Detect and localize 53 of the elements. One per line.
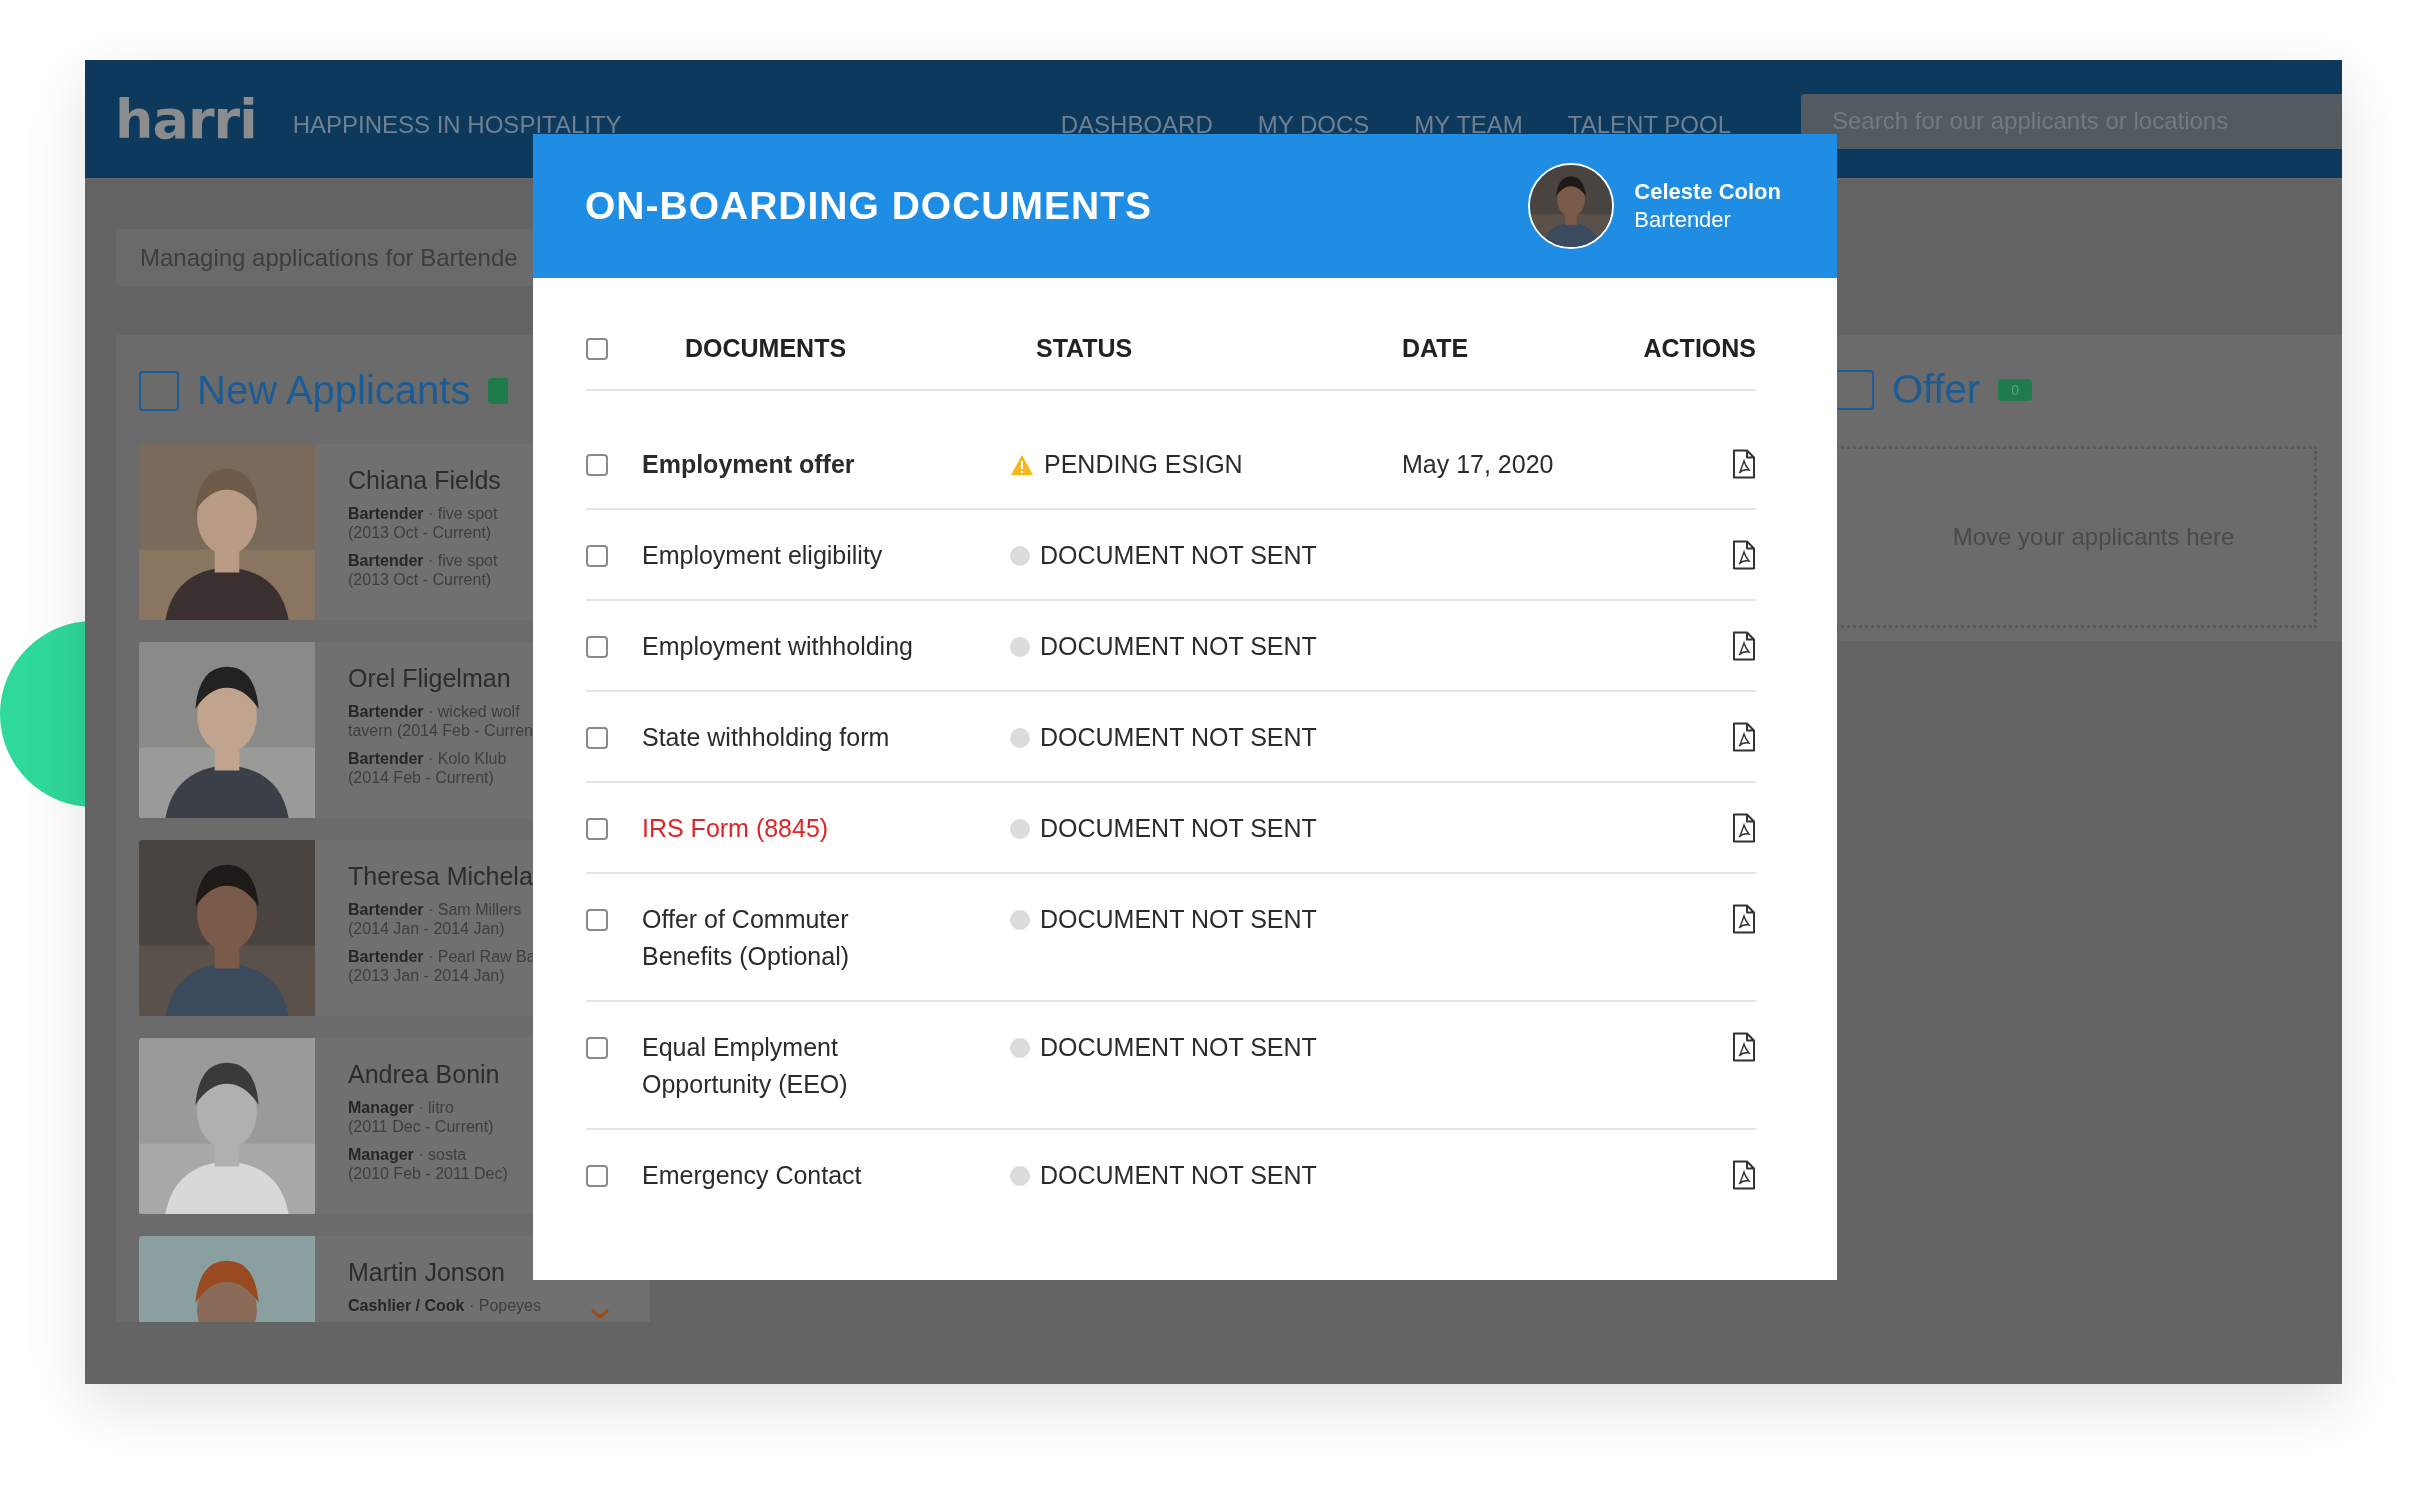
applicant-name: Andrea Bonin [348,1060,501,1089]
count-badge: 0 [1998,378,2032,401]
checkbox[interactable] [586,337,608,360]
person-role: Bartender [1634,207,1732,233]
applicant-name: Chiana Fields [348,466,501,495]
pdf-file-icon[interactable] [1732,631,1756,661]
checkbox[interactable] [139,370,179,411]
document-name: Employment eligibility [642,540,884,571]
document-name: Offer of Commuter Benefits (Optional) [642,904,851,972]
pdf-file-icon[interactable] [1732,722,1756,752]
person-name: Celeste Colon [1634,179,1781,205]
document-name: IRS Form (8845) [642,813,830,844]
column-header: ACTIONS [1643,334,1756,363]
logo[interactable]: harri [115,87,257,151]
column-header: DOCUMENTS [684,334,848,363]
status-text: DOCUMENT NOT SENT [1040,813,1317,844]
checkbox[interactable] [586,545,608,567]
checkbox[interactable] [586,1165,608,1187]
checkbox[interactable] [586,636,608,658]
pdf-file-icon[interactable] [1732,1160,1756,1190]
pdf-file-icon[interactable] [1732,813,1756,843]
pdf-file-icon[interactable] [1732,449,1756,479]
status-text: DOCUMENT NOT SENT [1040,1160,1317,1191]
column-header: DATE [1402,334,1470,363]
column-title: Offer [1892,367,1981,412]
column-title: New Applicants [197,368,471,413]
modal-title: ON-BOARDING DOCUMENTS [585,184,1152,228]
column-header: STATUS [1035,334,1134,363]
applicant-name: Martin Jonson [348,1258,507,1287]
checkbox[interactable] [586,454,608,476]
checkbox[interactable] [586,818,608,840]
applicant-name: Theresa Michela [348,862,534,891]
checkbox[interactable] [586,727,608,749]
applicant-name: Orel Fligelman [348,664,512,693]
document-name: Emergency Contact [642,1160,863,1191]
pdf-file-icon[interactable] [1732,1032,1756,1062]
status-text: DOCUMENT NOT SENT [1040,540,1317,571]
status-text: DOCUMENT NOT SENT [1040,722,1317,753]
date-text: May 17, 2020 [1402,450,1554,478]
status-text: DOCUMENT NOT SENT [1040,631,1317,662]
status-text: DOCUMENT NOT SENT [1040,904,1317,935]
document-name: Equal Emplyment Opportunity (EEO) [642,1032,849,1100]
document-name: Employment withholding [642,631,914,662]
count-badge [488,377,509,404]
checkbox[interactable] [586,909,608,931]
checkbox[interactable] [586,1037,608,1059]
document-name: State withholding form [642,722,891,753]
status-text: DOCUMENT NOT SENT [1040,1032,1317,1063]
tagline: HAPPINESS IN HOSPITALITY [292,111,622,139]
pdf-file-icon[interactable] [1732,540,1756,570]
status-text: PENDING ESIGN [1044,449,1243,480]
pdf-file-icon[interactable] [1732,904,1756,934]
document-name: Employment offer [642,449,856,480]
